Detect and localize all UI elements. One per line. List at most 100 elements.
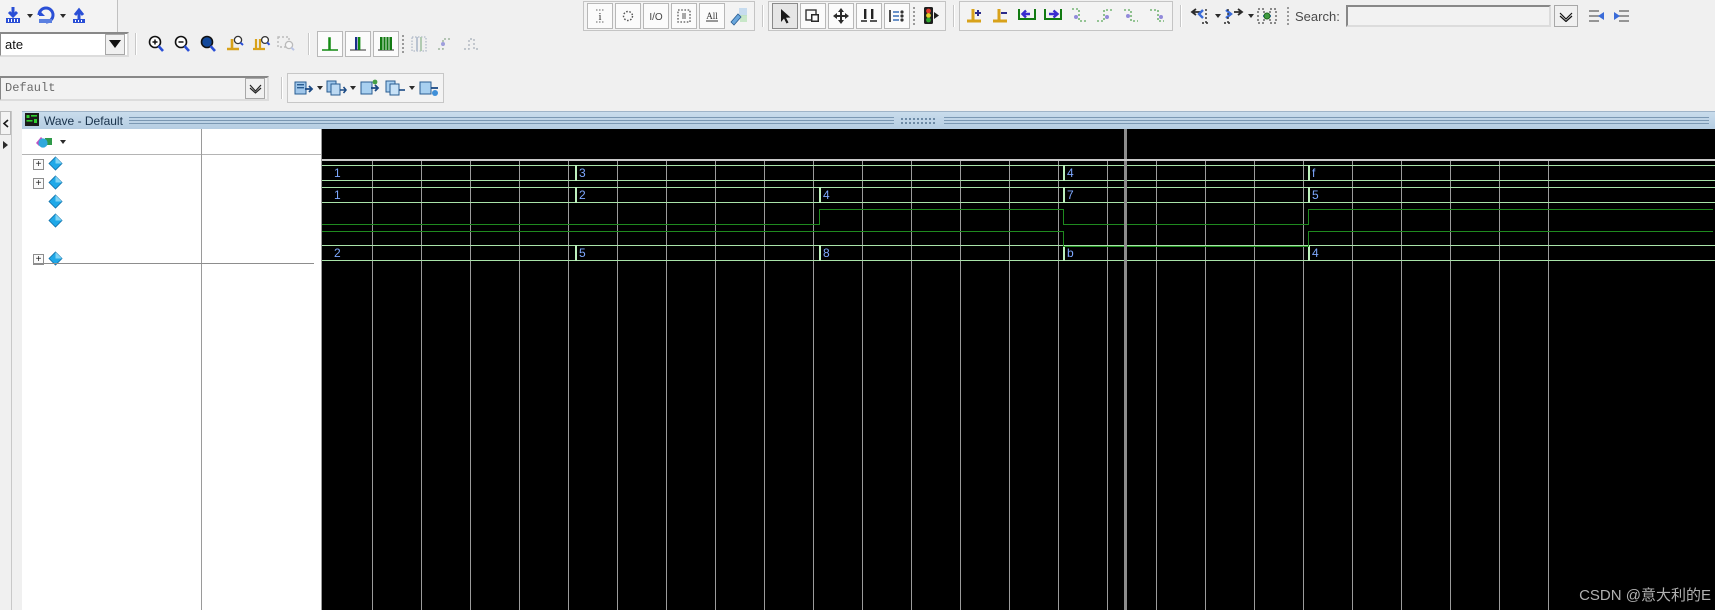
wave-analog-interpolated-icon[interactable] <box>345 31 371 57</box>
add-to-dataflow-icon[interactable] <box>0 3 26 29</box>
expander-placeholder <box>33 216 44 227</box>
waveform-gridline <box>568 161 569 610</box>
svg-text:i: i <box>598 11 601 23</box>
objects-filter-caret[interactable] <box>60 140 66 144</box>
show-outputs-icon[interactable] <box>615 3 641 29</box>
show-all-icon[interactable]: All <box>699 3 725 29</box>
expand-all-time-icon[interactable] <box>1254 3 1280 29</box>
run-status-icon[interactable] <box>917 3 943 29</box>
collapse-time-icon[interactable] <box>1221 3 1247 29</box>
show-inputs-icon[interactable]: i <box>587 3 613 29</box>
wave-analog-backstep-icon[interactable] <box>373 31 399 57</box>
search-label: Search: <box>1295 9 1340 24</box>
edit-mode-icon[interactable] <box>856 3 882 29</box>
active-cursor-handle[interactable] <box>1124 129 1127 159</box>
find-previous-falling-edge-icon[interactable] <box>1066 3 1092 29</box>
chevron-right-icon <box>3 141 8 149</box>
select-mode-icon[interactable] <box>772 3 798 29</box>
pane-expand-button[interactable] <box>0 137 11 152</box>
pane-collapse-button[interactable] <box>0 111 11 135</box>
show-ports-icon[interactable] <box>726 3 752 29</box>
wave-analog-step-icon[interactable] <box>317 31 343 57</box>
active-cursor[interactable] <box>1124 161 1127 610</box>
wave-compare-icon[interactable] <box>884 3 910 29</box>
logic-row-2-segment <box>1308 231 1713 232</box>
waveform-gridline <box>1254 161 1255 610</box>
show-internal-icon[interactable] <box>671 3 697 29</box>
expander-toggle[interactable]: + <box>33 159 44 170</box>
logic-row-1-segment <box>819 209 1063 210</box>
wave-window: Wave - Default <box>22 111 1715 610</box>
waveform-gridline <box>1499 161 1500 610</box>
search-dropdown-arrow[interactable] <box>1554 5 1578 27</box>
find-next-falling-edge-icon[interactable] <box>1092 3 1118 29</box>
pan-mode-icon[interactable] <box>828 3 854 29</box>
signal-row[interactable]: + <box>22 250 201 269</box>
objects-filter-icon[interactable] <box>34 133 66 151</box>
expander-placeholder <box>33 197 44 208</box>
toolbar-row-lower: Default <box>0 72 447 104</box>
find-previous-transition-icon[interactable] <box>1014 3 1040 29</box>
toolbar-waveform-style-group <box>314 29 486 59</box>
waveform-pane[interactable]: 134f12475258b4 CSDN @意大利的E <box>322 129 1715 610</box>
signal-row[interactable] <box>22 193 201 212</box>
waveform-timeline-strip[interactable] <box>322 129 1715 159</box>
toolbar-row-middle: ate <box>0 28 489 60</box>
zoom-full-icon[interactable] <box>195 31 221 57</box>
insert-cursor-icon[interactable] <box>962 3 988 29</box>
bus-value-label: 2 <box>579 188 586 202</box>
simulate-all-icon[interactable] <box>382 75 408 101</box>
wave-sample-icon[interactable] <box>406 31 432 57</box>
signal-row[interactable] <box>22 212 201 231</box>
find-previous-rising-edge-icon[interactable] <box>1118 3 1144 29</box>
zoom-in-icon[interactable] <box>143 31 169 57</box>
waveform-gridline <box>372 161 373 610</box>
find-next-transition-icon[interactable] <box>1040 3 1066 29</box>
waveform-gridline <box>715 161 716 610</box>
compile-all-icon[interactable] <box>323 75 349 101</box>
toolbar-compile-group <box>287 73 444 103</box>
bus-row-1: 134f <box>322 165 1715 181</box>
zoom-mode-icon[interactable] <box>273 31 299 57</box>
delete-cursor-icon[interactable] <box>988 3 1014 29</box>
show-inouts-icon[interactable]: I/O <box>643 3 669 29</box>
simulation-state-combo[interactable]: ate <box>0 32 129 57</box>
value-row <box>202 193 321 212</box>
expand-time-left-icon[interactable] <box>1188 3 1214 29</box>
titlebar-grip[interactable] <box>900 117 936 125</box>
search-previous-icon[interactable] <box>1583 3 1609 29</box>
find-next-rising-edge-icon[interactable] <box>1144 3 1170 29</box>
pattern-combo[interactable]: Default <box>0 76 269 101</box>
zoom-out-icon[interactable] <box>169 31 195 57</box>
search-next-icon[interactable] <box>1609 3 1635 29</box>
signal-diamond-icon <box>48 213 63 231</box>
regenerate-dataflow-icon[interactable] <box>33 3 59 29</box>
value-row <box>202 250 321 269</box>
signal-name-pane: + + <box>22 129 202 610</box>
value-row <box>202 155 321 174</box>
zoom-out-on-active-cursor-icon[interactable] <box>247 31 273 57</box>
bus-transition <box>1308 187 1310 203</box>
waveform-gridline <box>911 161 912 610</box>
expander-toggle[interactable]: + <box>33 178 44 189</box>
signal-row[interactable]: + <box>22 155 201 174</box>
search-input[interactable] <box>1346 5 1551 27</box>
expand-net-to-drivers-icon[interactable] <box>66 3 92 29</box>
bus-row-2: 12475 <box>322 187 1715 203</box>
wave-transition-icon[interactable] <box>432 31 458 57</box>
simulation-state-dropdown-arrow[interactable] <box>105 34 125 55</box>
left-edge-strip <box>0 111 12 610</box>
pattern-dropdown-arrow[interactable] <box>245 78 265 99</box>
zoom-region-icon[interactable] <box>800 3 826 29</box>
signal-row[interactable]: + <box>22 174 201 193</box>
break-icon[interactable] <box>415 75 441 101</box>
waveform-gridline <box>470 161 471 610</box>
bus-edge <box>322 202 1715 203</box>
bus-transition <box>575 245 577 261</box>
waveform-gridline <box>1303 161 1304 610</box>
simulate-icon[interactable] <box>356 75 382 101</box>
wave-event-icon[interactable] <box>458 31 484 57</box>
wave-window-titlebar[interactable]: Wave - Default <box>22 112 1715 129</box>
compile-icon[interactable] <box>290 75 316 101</box>
zoom-in-on-active-cursor-icon[interactable] <box>221 31 247 57</box>
